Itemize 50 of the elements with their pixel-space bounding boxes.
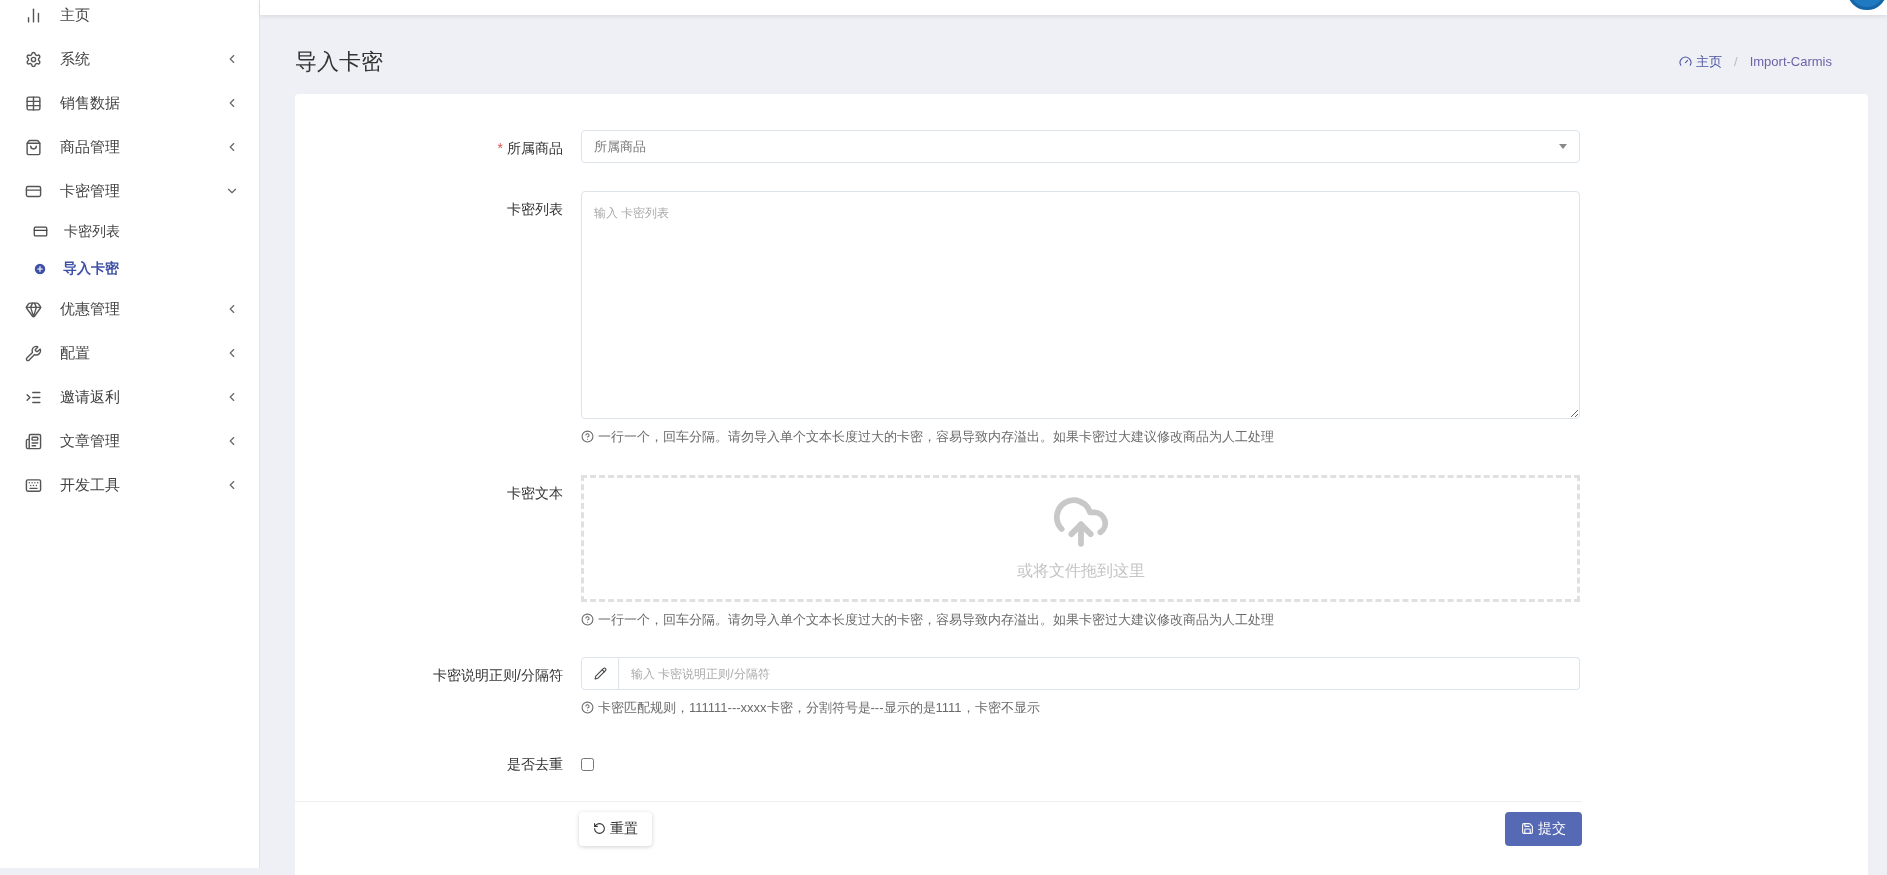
required-mark: * xyxy=(497,139,503,158)
sidebar-item[interactable]: 配置 xyxy=(25,331,239,375)
field-label: 卡密说明正则/分隔符 xyxy=(433,666,563,685)
help-icon xyxy=(581,430,594,444)
caret-icon xyxy=(1559,144,1567,149)
save-icon xyxy=(1521,822,1534,835)
sidebar-item[interactable]: 销售数据 xyxy=(25,81,239,125)
breadcrumb-separator: / xyxy=(1734,52,1738,71)
bar-chart-icon xyxy=(25,6,42,24)
table-icon xyxy=(25,94,42,112)
breadcrumb-link[interactable]: 主页 xyxy=(1696,51,1723,72)
field-label: 是否去重 xyxy=(507,754,563,774)
reset-button[interactable]: 重置 xyxy=(579,811,652,846)
page-title: 导入卡密 xyxy=(295,48,383,76)
sidebar-item[interactable]: 商品管理 xyxy=(25,125,239,169)
field-label: 所属商品 xyxy=(507,139,563,158)
help-text: 一行一个，回车分隔。请勿导入单个文本长度过大的卡密，容易导致内存溢出。如果卡密过大建议修改商品为人工处理 xyxy=(598,610,1274,629)
help-icon xyxy=(581,612,594,626)
product-select[interactable]: 所属商品 xyxy=(581,130,1580,163)
settings-icon xyxy=(25,50,42,68)
wrench-icon xyxy=(25,344,42,362)
sidebar-item[interactable]: 系统 xyxy=(25,37,239,81)
help-icon xyxy=(581,701,594,715)
help-text: 一行一个，回车分隔。请勿导入单个文本长度过大的卡密，容易导致内存溢出。如果卡密过大建议修改商品为人工处理 xyxy=(598,428,1274,446)
reset-icon xyxy=(593,822,606,835)
sidebar-item[interactable]: 主页 xyxy=(25,0,239,37)
sidebar-item[interactable]: 邀请返利 xyxy=(25,375,239,419)
dropzone-prompt: 或将文件拖到这里 xyxy=(1016,561,1145,581)
breadcrumb-current: Import-Carmis xyxy=(1749,52,1832,71)
pencil-icon xyxy=(593,667,607,680)
plus-circle-icon xyxy=(33,261,47,276)
sidebar-item[interactable]: 卡密管理 xyxy=(25,169,239,213)
submenu-item[interactable]: 导入卡密 xyxy=(25,250,239,287)
sidebar-item[interactable]: 开发工具 xyxy=(25,463,239,507)
dedupe-checkbox[interactable] xyxy=(581,757,594,771)
keyboard-icon xyxy=(25,476,42,494)
submit-button[interactable]: 提交 xyxy=(1505,811,1582,846)
sidebar-item[interactable]: 优惠管理 xyxy=(25,287,239,331)
shopping-bag-icon xyxy=(25,138,42,156)
sidebar-item[interactable]: 文章管理 xyxy=(25,419,239,463)
field-label: 卡密文本 xyxy=(507,483,563,503)
dashboard-icon xyxy=(1679,55,1693,68)
newspaper-icon xyxy=(25,432,42,450)
field-label: 卡密列表 xyxy=(507,200,563,219)
help-text: 卡密匹配规则，111111---xxxx卡密，分割符号是---显示的是1111，卡密不显示 xyxy=(598,699,1040,717)
credit-card-icon xyxy=(33,224,48,239)
textarea-field[interactable]: 输入 卡密列表 xyxy=(581,191,1580,419)
regex-input[interactable]: 输入 卡密说明正则/分隔符 xyxy=(619,657,1580,690)
diamond-icon xyxy=(25,300,42,318)
submenu-item[interactable]: 卡密列表 xyxy=(25,213,239,250)
